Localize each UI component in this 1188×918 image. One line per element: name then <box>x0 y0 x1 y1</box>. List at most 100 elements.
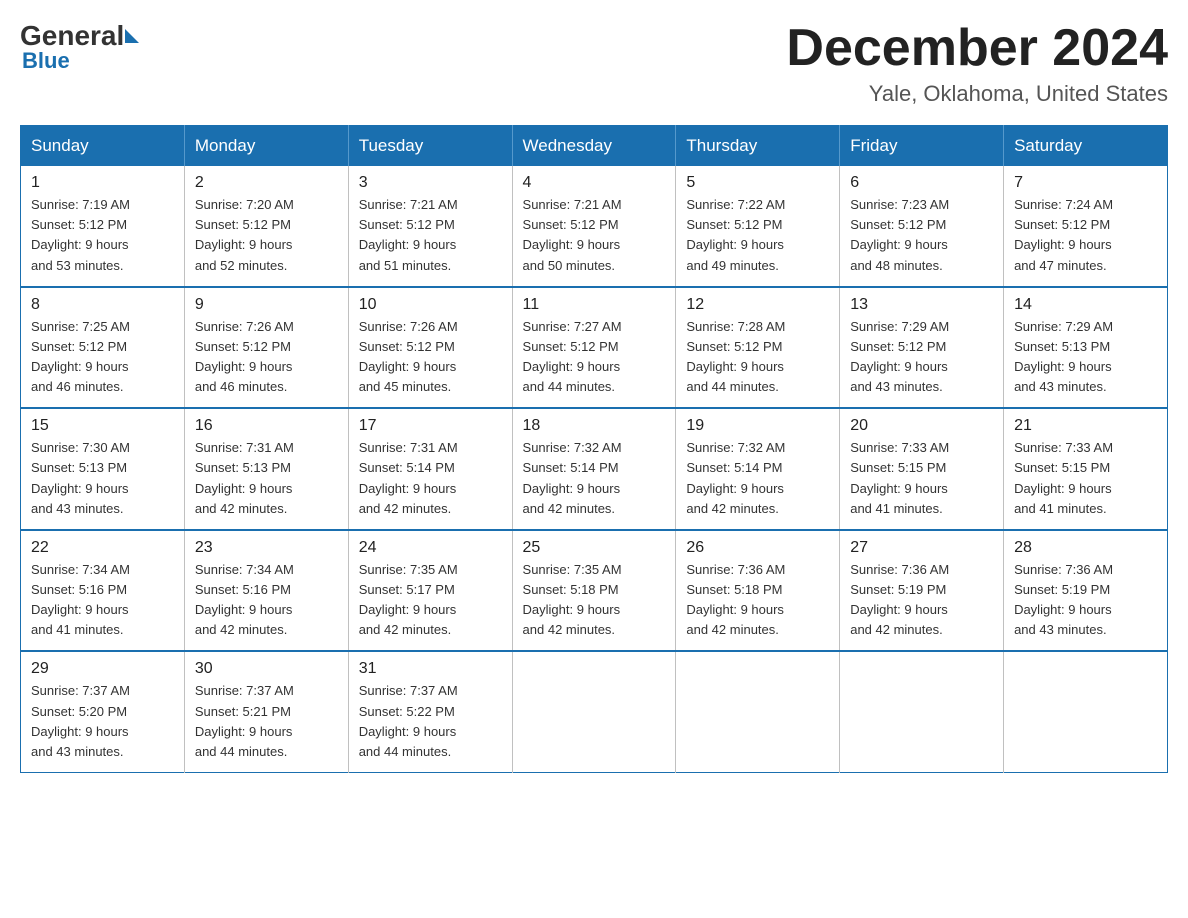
weekday-header-row: Sunday Monday Tuesday Wednesday Thursday… <box>21 126 1168 167</box>
table-row: 14 Sunrise: 7:29 AMSunset: 5:13 PMDaylig… <box>1004 287 1168 409</box>
table-row: 27 Sunrise: 7:36 AMSunset: 5:19 PMDaylig… <box>840 530 1004 652</box>
calendar-week-1: 1 Sunrise: 7:19 AMSunset: 5:12 PMDayligh… <box>21 166 1168 287</box>
table-row: 11 Sunrise: 7:27 AMSunset: 5:12 PMDaylig… <box>512 287 676 409</box>
day-info: Sunrise: 7:37 AMSunset: 5:22 PMDaylight:… <box>359 683 458 758</box>
day-info: Sunrise: 7:34 AMSunset: 5:16 PMDaylight:… <box>31 562 130 637</box>
table-row: 18 Sunrise: 7:32 AMSunset: 5:14 PMDaylig… <box>512 408 676 530</box>
day-info: Sunrise: 7:22 AMSunset: 5:12 PMDaylight:… <box>686 197 785 272</box>
day-info: Sunrise: 7:31 AMSunset: 5:14 PMDaylight:… <box>359 440 458 515</box>
day-info: Sunrise: 7:25 AMSunset: 5:12 PMDaylight:… <box>31 319 130 394</box>
calendar-table: Sunday Monday Tuesday Wednesday Thursday… <box>20 125 1168 773</box>
day-number: 26 <box>686 539 829 557</box>
day-info: Sunrise: 7:32 AMSunset: 5:14 PMDaylight:… <box>523 440 622 515</box>
calendar-week-5: 29 Sunrise: 7:37 AMSunset: 5:20 PMDaylig… <box>21 651 1168 772</box>
table-row: 22 Sunrise: 7:34 AMSunset: 5:16 PMDaylig… <box>21 530 185 652</box>
table-row: 7 Sunrise: 7:24 AMSunset: 5:12 PMDayligh… <box>1004 166 1168 287</box>
header-friday: Friday <box>840 126 1004 167</box>
table-row: 19 Sunrise: 7:32 AMSunset: 5:14 PMDaylig… <box>676 408 840 530</box>
day-number: 25 <box>523 539 666 557</box>
day-info: Sunrise: 7:30 AMSunset: 5:13 PMDaylight:… <box>31 440 130 515</box>
table-row: 6 Sunrise: 7:23 AMSunset: 5:12 PMDayligh… <box>840 166 1004 287</box>
day-info: Sunrise: 7:26 AMSunset: 5:12 PMDaylight:… <box>359 319 458 394</box>
table-row <box>512 651 676 772</box>
header-tuesday: Tuesday <box>348 126 512 167</box>
day-number: 17 <box>359 417 502 435</box>
day-number: 9 <box>195 296 338 314</box>
header-monday: Monday <box>184 126 348 167</box>
table-row: 10 Sunrise: 7:26 AMSunset: 5:12 PMDaylig… <box>348 287 512 409</box>
day-number: 31 <box>359 660 502 678</box>
day-number: 10 <box>359 296 502 314</box>
day-info: Sunrise: 7:29 AMSunset: 5:12 PMDaylight:… <box>850 319 949 394</box>
day-info: Sunrise: 7:33 AMSunset: 5:15 PMDaylight:… <box>850 440 949 515</box>
table-row: 16 Sunrise: 7:31 AMSunset: 5:13 PMDaylig… <box>184 408 348 530</box>
table-row: 25 Sunrise: 7:35 AMSunset: 5:18 PMDaylig… <box>512 530 676 652</box>
table-row: 23 Sunrise: 7:34 AMSunset: 5:16 PMDaylig… <box>184 530 348 652</box>
day-number: 29 <box>31 660 174 678</box>
day-number: 2 <box>195 174 338 192</box>
table-row: 4 Sunrise: 7:21 AMSunset: 5:12 PMDayligh… <box>512 166 676 287</box>
day-info: Sunrise: 7:27 AMSunset: 5:12 PMDaylight:… <box>523 319 622 394</box>
table-row <box>676 651 840 772</box>
table-row: 15 Sunrise: 7:30 AMSunset: 5:13 PMDaylig… <box>21 408 185 530</box>
table-row: 28 Sunrise: 7:36 AMSunset: 5:19 PMDaylig… <box>1004 530 1168 652</box>
table-row <box>1004 651 1168 772</box>
day-info: Sunrise: 7:29 AMSunset: 5:13 PMDaylight:… <box>1014 319 1113 394</box>
day-number: 3 <box>359 174 502 192</box>
table-row: 1 Sunrise: 7:19 AMSunset: 5:12 PMDayligh… <box>21 166 185 287</box>
day-number: 18 <box>523 417 666 435</box>
day-number: 1 <box>31 174 174 192</box>
table-row: 26 Sunrise: 7:36 AMSunset: 5:18 PMDaylig… <box>676 530 840 652</box>
day-info: Sunrise: 7:28 AMSunset: 5:12 PMDaylight:… <box>686 319 785 394</box>
day-number: 7 <box>1014 174 1157 192</box>
table-row: 30 Sunrise: 7:37 AMSunset: 5:21 PMDaylig… <box>184 651 348 772</box>
day-info: Sunrise: 7:37 AMSunset: 5:20 PMDaylight:… <box>31 683 130 758</box>
table-row: 21 Sunrise: 7:33 AMSunset: 5:15 PMDaylig… <box>1004 408 1168 530</box>
day-number: 16 <box>195 417 338 435</box>
table-row: 29 Sunrise: 7:37 AMSunset: 5:20 PMDaylig… <box>21 651 185 772</box>
day-info: Sunrise: 7:21 AMSunset: 5:12 PMDaylight:… <box>523 197 622 272</box>
day-number: 30 <box>195 660 338 678</box>
month-title: December 2024 <box>786 20 1168 77</box>
day-number: 6 <box>850 174 993 192</box>
day-number: 27 <box>850 539 993 557</box>
day-number: 4 <box>523 174 666 192</box>
table-row: 13 Sunrise: 7:29 AMSunset: 5:12 PMDaylig… <box>840 287 1004 409</box>
day-info: Sunrise: 7:26 AMSunset: 5:12 PMDaylight:… <box>195 319 294 394</box>
day-info: Sunrise: 7:36 AMSunset: 5:18 PMDaylight:… <box>686 562 785 637</box>
day-info: Sunrise: 7:19 AMSunset: 5:12 PMDaylight:… <box>31 197 130 272</box>
logo-blue-text: Blue <box>22 48 70 74</box>
day-number: 5 <box>686 174 829 192</box>
day-number: 19 <box>686 417 829 435</box>
table-row: 17 Sunrise: 7:31 AMSunset: 5:14 PMDaylig… <box>348 408 512 530</box>
calendar-week-3: 15 Sunrise: 7:30 AMSunset: 5:13 PMDaylig… <box>21 408 1168 530</box>
logo: General Blue <box>20 20 140 74</box>
day-info: Sunrise: 7:37 AMSunset: 5:21 PMDaylight:… <box>195 683 294 758</box>
day-info: Sunrise: 7:34 AMSunset: 5:16 PMDaylight:… <box>195 562 294 637</box>
day-number: 28 <box>1014 539 1157 557</box>
day-number: 13 <box>850 296 993 314</box>
day-number: 21 <box>1014 417 1157 435</box>
day-number: 23 <box>195 539 338 557</box>
day-number: 8 <box>31 296 174 314</box>
day-info: Sunrise: 7:35 AMSunset: 5:18 PMDaylight:… <box>523 562 622 637</box>
table-row: 2 Sunrise: 7:20 AMSunset: 5:12 PMDayligh… <box>184 166 348 287</box>
header-saturday: Saturday <box>1004 126 1168 167</box>
day-info: Sunrise: 7:24 AMSunset: 5:12 PMDaylight:… <box>1014 197 1113 272</box>
day-number: 14 <box>1014 296 1157 314</box>
day-info: Sunrise: 7:33 AMSunset: 5:15 PMDaylight:… <box>1014 440 1113 515</box>
day-info: Sunrise: 7:21 AMSunset: 5:12 PMDaylight:… <box>359 197 458 272</box>
day-number: 12 <box>686 296 829 314</box>
table-row: 24 Sunrise: 7:35 AMSunset: 5:17 PMDaylig… <box>348 530 512 652</box>
day-number: 11 <box>523 296 666 314</box>
day-info: Sunrise: 7:23 AMSunset: 5:12 PMDaylight:… <box>850 197 949 272</box>
calendar-week-2: 8 Sunrise: 7:25 AMSunset: 5:12 PMDayligh… <box>21 287 1168 409</box>
title-block: December 2024 Yale, Oklahoma, United Sta… <box>786 20 1168 107</box>
day-info: Sunrise: 7:35 AMSunset: 5:17 PMDaylight:… <box>359 562 458 637</box>
day-number: 24 <box>359 539 502 557</box>
day-info: Sunrise: 7:36 AMSunset: 5:19 PMDaylight:… <box>850 562 949 637</box>
table-row <box>840 651 1004 772</box>
table-row: 31 Sunrise: 7:37 AMSunset: 5:22 PMDaylig… <box>348 651 512 772</box>
day-number: 20 <box>850 417 993 435</box>
page-header: General Blue December 2024 Yale, Oklahom… <box>20 20 1168 107</box>
